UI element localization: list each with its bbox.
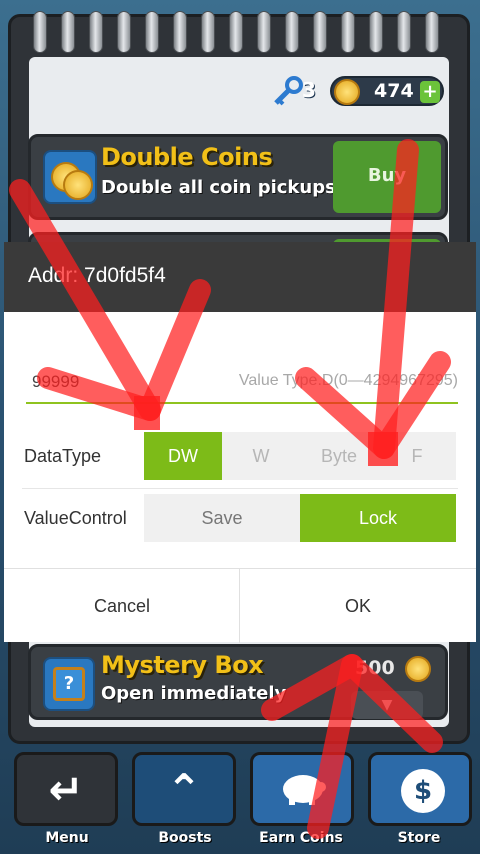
address-value: 7d0fd5f4 <box>84 264 166 287</box>
card-subtitle: Double all coin pickups <box>101 177 336 198</box>
binder-ring <box>341 11 355 53</box>
binder-ring <box>33 11 47 53</box>
coin-icon <box>405 656 431 682</box>
binder-ring <box>257 11 271 53</box>
dialog-button-bar: Cancel OK <box>4 568 476 643</box>
binder-ring <box>229 11 243 53</box>
datatype-option-f[interactable]: F <box>378 432 456 480</box>
binder-ring <box>425 11 439 53</box>
binder-ring <box>117 11 131 53</box>
dollar-coin-icon: $ <box>401 769 445 813</box>
nav-label-earn-coins: Earn Coins <box>259 830 343 846</box>
datatype-option-w[interactable]: W <box>222 432 300 480</box>
nav-store-button[interactable]: $ <box>368 752 472 826</box>
price-tag: 500 <box>351 655 431 685</box>
add-coins-button[interactable]: + <box>420 81 440 103</box>
valuecontrol-lock[interactable]: Lock <box>300 494 456 542</box>
binder-ring <box>145 11 159 53</box>
cancel-button[interactable]: Cancel <box>4 569 240 643</box>
bottom-nav: ↵ Menu ⌃ Boosts Earn Coins $ Store <box>0 748 480 854</box>
value-input[interactable]: 99999 Value Type.D(0—4294967295) <box>26 362 458 404</box>
keys-count: 3 <box>302 78 316 102</box>
binder-ring <box>61 11 75 53</box>
edit-value-dialog: Addr: 7d0fd5f4 99999 Value Type.D(0—4294… <box>4 242 476 643</box>
value-input-text: 99999 <box>32 372 80 391</box>
coins-count: 474 <box>374 80 414 102</box>
nav-label-store: Store <box>397 830 441 846</box>
shop-card-mystery-box: ? Mystery Box Open immediately 500 ▼ <box>28 644 448 720</box>
shop-card-double-coins: Double Coins Double all coin pickups Buy <box>28 134 448 220</box>
value-type-hint: Value Type.D(0—4294967295) <box>238 372 458 389</box>
key-icon <box>274 76 303 106</box>
piggy-bank-icon <box>283 775 326 805</box>
dialog-header: Addr: 7d0fd5f4 <box>4 242 476 312</box>
nav-boosts-button[interactable]: ⌃ <box>132 752 236 826</box>
binder-ring <box>89 11 103 53</box>
double-coins-icon <box>43 150 97 204</box>
binder-ring <box>313 11 327 53</box>
nav-earn-coins-button[interactable] <box>250 752 354 826</box>
coins-counter: 474 + <box>330 76 444 106</box>
binder-ring <box>397 11 411 53</box>
datatype-option-byte[interactable]: Byte <box>300 432 378 480</box>
currency-bar: 3 474 + <box>270 76 446 106</box>
card-title: Mystery Box <box>101 651 264 679</box>
datatype-label: DataType <box>24 446 102 466</box>
datatype-option-dw[interactable]: DW <box>144 432 222 480</box>
nav-label-boosts: Boosts <box>158 830 212 846</box>
buy-button[interactable]: Buy <box>333 141 441 213</box>
price-value: 500 <box>355 657 395 679</box>
mystery-box-icon: ? <box>43 657 95 711</box>
binder-ring <box>173 11 187 53</box>
valuecontrol-label: ValueControl <box>24 508 127 528</box>
back-arrow-icon: ↵ <box>48 765 84 814</box>
ok-button[interactable]: OK <box>240 569 476 643</box>
address-prefix: Addr: <box>28 264 85 287</box>
card-title: Double Coins <box>101 143 273 171</box>
coin-icon <box>334 79 360 105</box>
row-divider <box>22 488 458 489</box>
chevron-down-icon[interactable]: ▼ <box>351 691 423 719</box>
valuecontrol-save[interactable]: Save <box>144 494 300 542</box>
binder-ring <box>201 11 215 53</box>
nav-menu-button[interactable]: ↵ <box>14 752 118 826</box>
binder-ring <box>369 11 383 53</box>
card-subtitle: Open immediately <box>101 683 287 704</box>
binder-ring <box>285 11 299 53</box>
buy-label: Buy <box>367 165 407 186</box>
dialog-title: Addr: 7d0fd5f4 <box>28 264 166 288</box>
double-chevron-up-icon: ⌃ <box>166 765 202 814</box>
nav-label-menu: Menu <box>45 830 89 846</box>
